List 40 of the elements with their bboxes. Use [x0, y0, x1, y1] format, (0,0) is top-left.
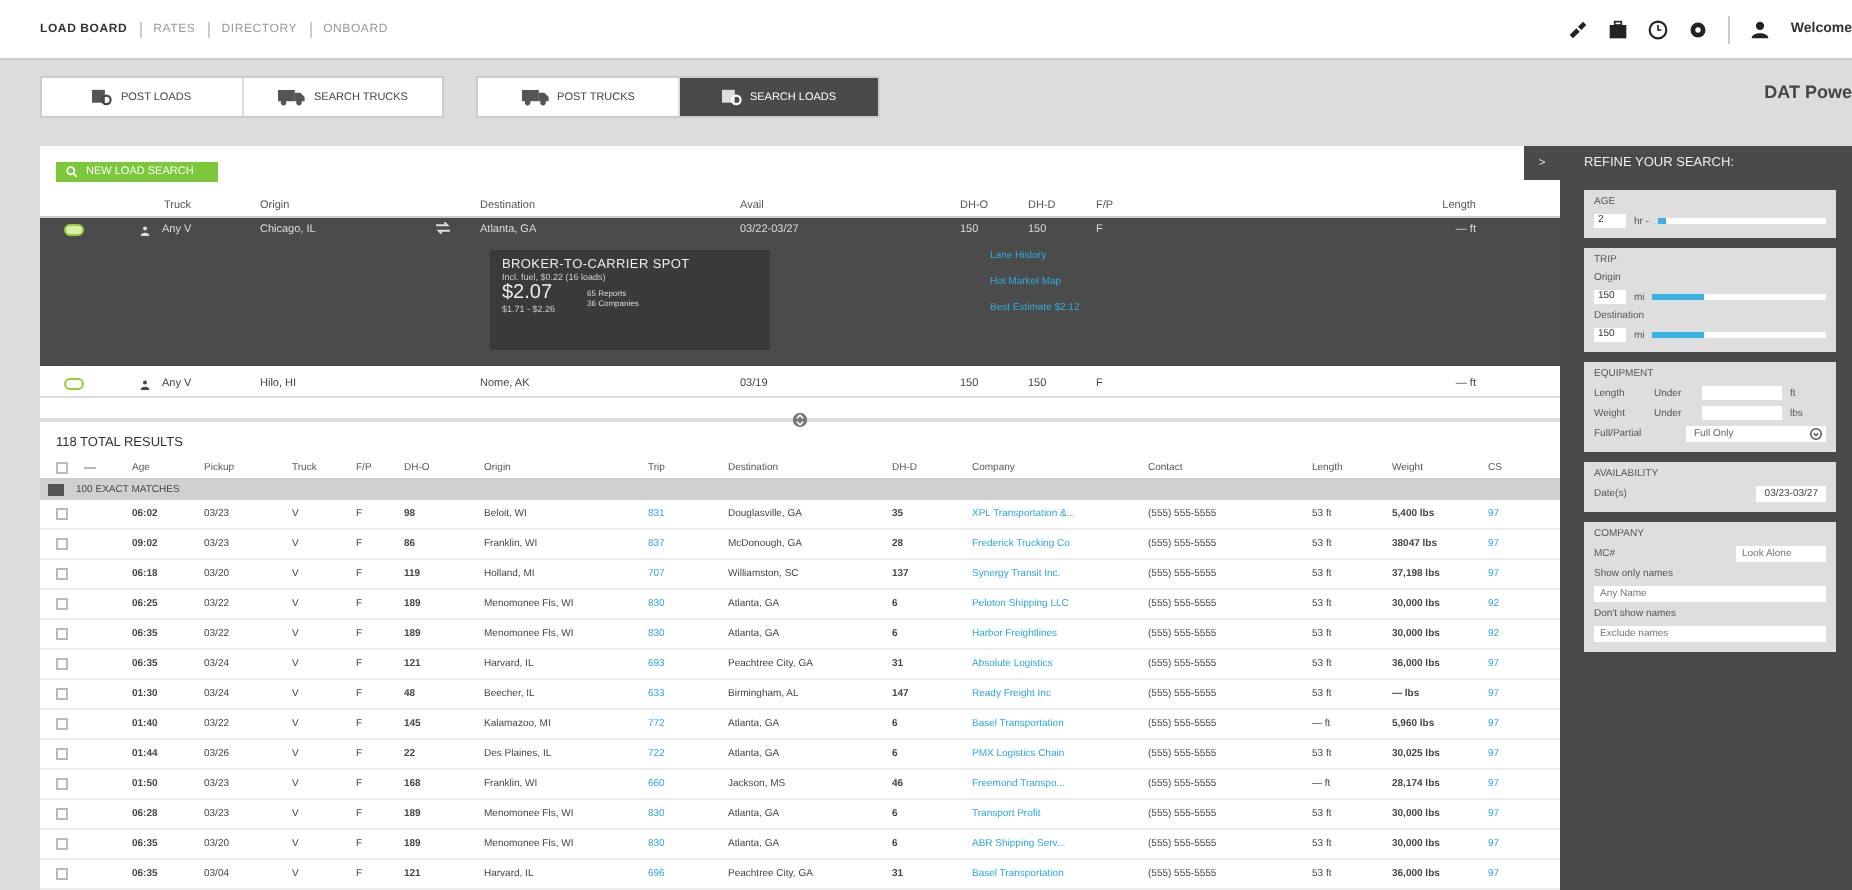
- swap-icon[interactable]: [436, 222, 450, 234]
- slider[interactable]: [1652, 332, 1826, 338]
- row-checkbox[interactable]: [56, 838, 68, 850]
- row-checkbox[interactable]: [56, 658, 68, 670]
- row-checkbox[interactable]: [56, 568, 68, 580]
- link-icon[interactable]: [1568, 19, 1589, 39]
- box-search-icon: [721, 88, 742, 106]
- row-checkbox[interactable]: [56, 778, 68, 790]
- clock-icon[interactable]: [1648, 19, 1669, 39]
- row-checkbox[interactable]: [56, 868, 68, 880]
- briefcase-icon[interactable]: [1608, 19, 1629, 39]
- row-checkbox[interactable]: [56, 688, 68, 700]
- box-search-icon: [92, 88, 113, 106]
- user-icon[interactable]: [1750, 19, 1771, 39]
- input-field[interactable]: [1702, 386, 1782, 400]
- row-checkbox[interactable]: [56, 508, 68, 520]
- expand-toggle[interactable]: [64, 378, 84, 390]
- row-checkbox[interactable]: [56, 718, 68, 730]
- row-checkbox[interactable]: [56, 748, 68, 760]
- settings-icon[interactable]: [1688, 19, 1709, 39]
- row-checkbox[interactable]: [56, 598, 68, 610]
- truck-icon: [278, 88, 307, 106]
- row-checkbox[interactable]: [56, 808, 68, 820]
- person-icon: [140, 225, 150, 235]
- brand-title: DAT Powe: [1764, 82, 1852, 102]
- slider[interactable]: [1652, 294, 1826, 300]
- truck-icon: [521, 88, 550, 106]
- row-checkbox[interactable]: [56, 628, 68, 640]
- rate-value: $2.07: [502, 282, 555, 304]
- row-checkbox[interactable]: [56, 538, 68, 550]
- search-icon: [66, 165, 78, 177]
- sort-icon[interactable]: [84, 463, 96, 471]
- dropdown-icon: [1810, 428, 1822, 440]
- person-icon: [140, 379, 150, 389]
- slider[interactable]: [1657, 218, 1826, 224]
- expand-toggle[interactable]: [64, 224, 84, 236]
- collapse-toggle[interactable]: [48, 484, 64, 496]
- input-field[interactable]: [1702, 406, 1782, 420]
- select-all-checkbox[interactable]: [56, 461, 68, 473]
- resize-handle[interactable]: [792, 412, 808, 428]
